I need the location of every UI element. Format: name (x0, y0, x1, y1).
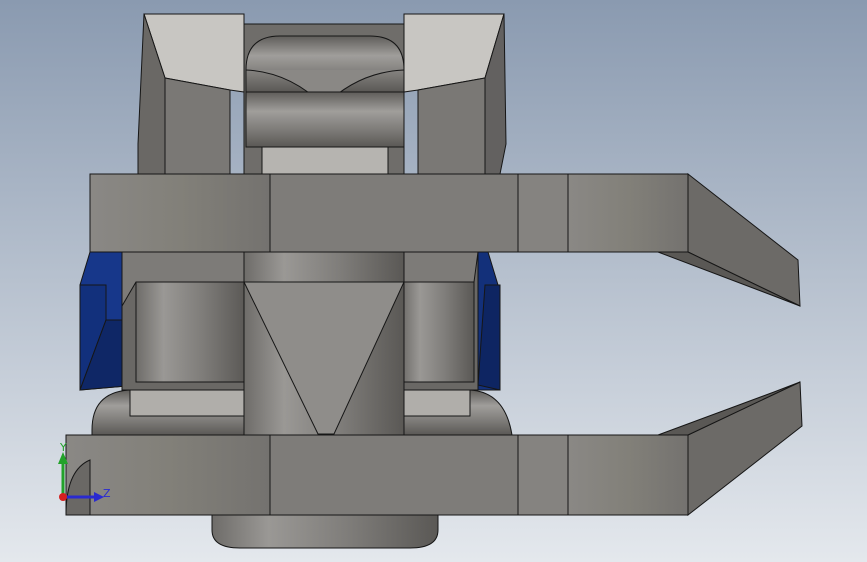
3d-model-view[interactable]: Y Z (0, 0, 867, 562)
lower-left-roller[interactable] (91, 389, 247, 436)
triad-x-axis (59, 493, 67, 501)
triad-z-label: Z (103, 487, 111, 500)
triad-y-label: Y (59, 441, 67, 454)
bottom-cap[interactable] (211, 514, 439, 549)
graphics-viewport[interactable]: Y Z (0, 0, 867, 562)
top-roller[interactable] (245, 35, 405, 175)
center-shaft[interactable] (243, 251, 405, 437)
